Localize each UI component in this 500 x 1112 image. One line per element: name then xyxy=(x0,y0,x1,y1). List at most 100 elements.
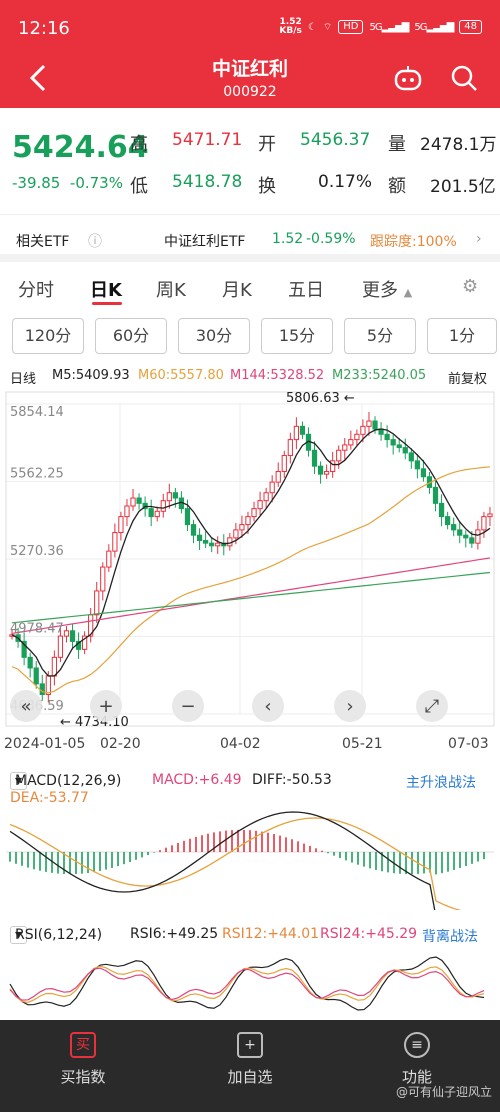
chart-control-button[interactable]: « xyxy=(10,690,42,722)
candle-body xyxy=(481,516,487,531)
hd-badge: HD xyxy=(338,20,364,34)
tab-five-day[interactable]: 五日 xyxy=(288,276,324,302)
rsi24-value: RSI24:+45.29 xyxy=(320,926,418,942)
ma233-value: M233:5240.05 xyxy=(332,368,427,383)
turnover-label: 换 xyxy=(258,176,276,197)
etf-price: 1.52 xyxy=(272,231,304,247)
dea-line xyxy=(9,817,461,910)
chart-control-button[interactable]: + xyxy=(90,690,122,722)
candle-body xyxy=(27,656,33,669)
open-label: 开 xyxy=(258,134,276,155)
candle-body xyxy=(118,516,124,534)
diff-line xyxy=(9,811,436,910)
ma-line-label: 日线 xyxy=(10,372,37,387)
candle-body xyxy=(390,439,396,446)
add-watchlist-button[interactable]: + 加自选 xyxy=(195,1032,305,1087)
tab-weekly-k[interactable]: 周K xyxy=(156,276,186,302)
low-marker-label: ← 4734.10 xyxy=(60,715,129,730)
chart-control-button[interactable]: › xyxy=(334,690,366,722)
macd-chart xyxy=(6,811,494,910)
candle-body xyxy=(209,542,215,547)
period-15min[interactable]: 15分 xyxy=(261,318,333,354)
candle-body xyxy=(160,500,166,512)
tab-more[interactable]: 更多 ▲ xyxy=(362,276,412,302)
candle-body xyxy=(45,675,51,696)
top-bar: 12:16 1.52 KB/s ☾ ⌔ HD 5G▂▃▅▇ 5G▂▃▅▇ 48 中… xyxy=(0,0,500,108)
candle-body xyxy=(360,425,366,435)
low-value: 5418.78 xyxy=(172,172,243,192)
volume-label: 量 xyxy=(388,134,406,155)
tab-daily-k[interactable]: 日K xyxy=(90,276,122,302)
candle-body xyxy=(475,529,481,544)
candle-body xyxy=(251,508,257,518)
candle-body xyxy=(63,630,70,637)
function-button[interactable]: ≡ 功能 xyxy=(362,1032,472,1087)
help-icon[interactable]: ⓘ xyxy=(88,231,102,251)
chart-control-button[interactable]: ‹ xyxy=(252,690,284,722)
control-glyph: ‹ xyxy=(264,696,271,717)
index-code: 000922 xyxy=(223,84,277,100)
control-glyph: ⤢ xyxy=(425,696,440,717)
period-120min[interactable]: 120分 xyxy=(12,318,84,354)
period-30min[interactable]: 30分 xyxy=(178,318,250,354)
robot-assistant-icon[interactable] xyxy=(392,62,424,94)
candle-body xyxy=(457,529,463,536)
rsi-strategy-link[interactable]: 背离战法 xyxy=(422,926,478,946)
macd-selector[interactable]: MACD(12,26,9) ▾ xyxy=(10,772,121,790)
etf-pct: -0.59% xyxy=(306,231,356,247)
chart-control-button[interactable]: − xyxy=(172,690,204,722)
candle-body xyxy=(124,505,130,518)
candle-body xyxy=(317,465,324,475)
period-5min[interactable]: 5分 xyxy=(344,318,416,354)
buy-index-button[interactable]: 买 买指数 xyxy=(28,1032,138,1087)
candle-body xyxy=(445,516,451,526)
candle-body xyxy=(463,534,469,539)
candle-body xyxy=(414,460,420,470)
low-label: 低 xyxy=(130,176,148,197)
period-60min[interactable]: 60分 xyxy=(95,318,167,354)
chart-tabs: 分时 日K 周K 月K 五日 更多 ▲ ⚙ xyxy=(0,270,500,310)
candle-body xyxy=(311,449,318,467)
buy-index-label: 买指数 xyxy=(60,1068,106,1086)
ma144-line xyxy=(11,557,491,635)
candle-body xyxy=(184,508,191,526)
candle-body xyxy=(239,524,245,531)
chart-control-button[interactable]: ⤢ xyxy=(416,690,448,722)
adjust-mode[interactable]: 前复权 xyxy=(448,368,487,387)
related-etf-row[interactable]: 相关ETF ⓘ 中证红利ETF 1.52 -0.59% 跟踪度:100% › xyxy=(0,214,500,262)
period-1min[interactable]: 1分 xyxy=(427,318,497,354)
current-price: 5424.64 xyxy=(12,130,149,165)
quote-panel: 5424.64 -39.85 -0.73% 高 5471.71 开 5456.3… xyxy=(0,108,500,214)
chevron-right-icon[interactable]: › xyxy=(476,231,482,247)
tab-monthly-k[interactable]: 月K xyxy=(222,276,252,302)
x-tick-label: 07-03 xyxy=(448,736,489,752)
candle-body xyxy=(263,492,269,502)
candle-body xyxy=(269,481,275,494)
period-buttons: 120分 60分 30分 15分 5分 1分 xyxy=(0,316,500,356)
macd-strategy-link[interactable]: 主升浪战法 xyxy=(406,772,476,792)
candle-body xyxy=(172,492,178,499)
candle-body xyxy=(348,439,354,446)
candle-body xyxy=(281,455,287,472)
status-icons: 1.52 KB/s ☾ ⌔ HD 5G▂▃▅▇ 5G▂▃▅▇ 48 xyxy=(279,18,482,36)
tab-intraday[interactable]: 分时 xyxy=(18,276,54,302)
network-speed: 1.52 KB/s xyxy=(279,17,302,36)
y-tick-label: 5562.25 xyxy=(10,467,64,482)
battery-icon: 48 xyxy=(459,20,482,34)
amount-value: 201.5亿 xyxy=(430,177,496,197)
control-glyph: − xyxy=(180,696,195,717)
ma233-line xyxy=(11,571,491,624)
rsi-selector[interactable]: RSI(6,12,24) ▾ xyxy=(10,926,102,944)
candle-body xyxy=(148,508,154,518)
candle-body xyxy=(33,667,39,685)
candle-body xyxy=(275,470,281,483)
candlestick-chart[interactable]: 5854.145562.255270.364978.474686.595806.… xyxy=(0,390,500,752)
candle-body xyxy=(245,516,251,526)
candle-body xyxy=(469,537,475,544)
candle-body xyxy=(451,524,457,531)
candle-body xyxy=(432,486,439,504)
candle-body xyxy=(106,550,112,568)
settings-icon[interactable]: ⚙ xyxy=(462,276,478,297)
search-icon[interactable] xyxy=(448,62,480,94)
candle-body xyxy=(154,510,160,518)
